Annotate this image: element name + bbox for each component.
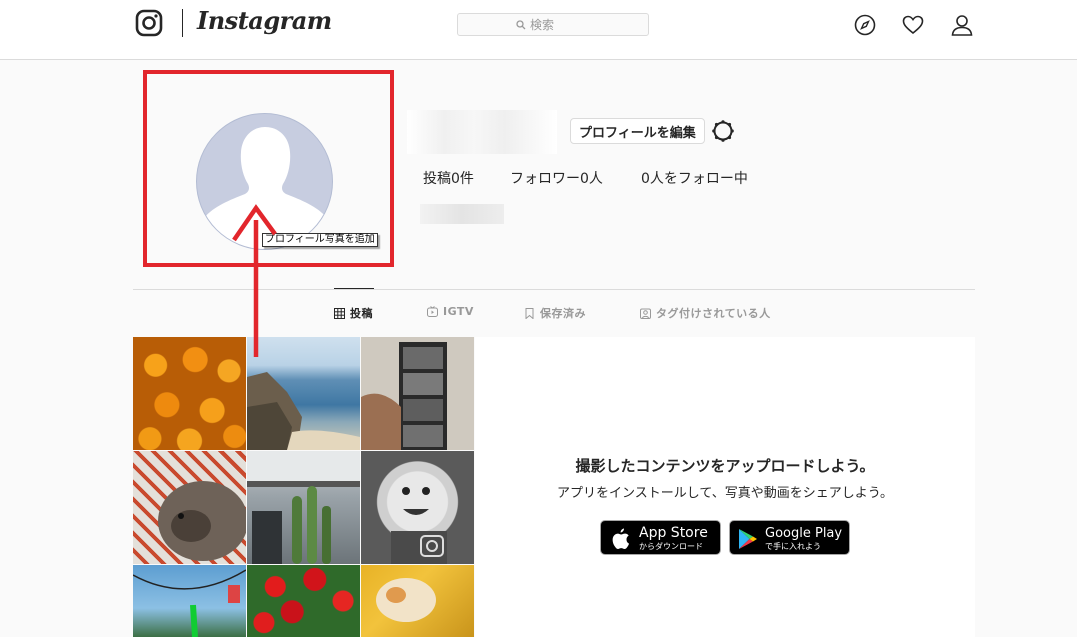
tab-tagged[interactable]: タグ付けされている人 — [640, 305, 771, 321]
instagram-camera-icon[interactable] — [135, 9, 163, 37]
google-play-button[interactable]: Google Play で手に入れよう — [729, 520, 850, 555]
tagged-icon — [640, 308, 651, 319]
photo-baby — [361, 451, 474, 564]
photo-ride — [133, 565, 246, 637]
grid-icon — [334, 307, 345, 319]
google-play-sublabel: で手に入れよう — [765, 542, 821, 551]
tab-label: タグ付けされている人 — [656, 307, 771, 320]
tab-saved[interactable]: 保存済み — [524, 305, 586, 321]
tab-label: 投稿 — [350, 307, 373, 320]
google-play-label: Google Play — [765, 526, 843, 541]
followers-count[interactable]: フォロワー0人 — [510, 168, 603, 188]
username-redacted — [407, 110, 557, 154]
bio-redacted — [420, 204, 504, 224]
app-store-label: App Store — [639, 525, 708, 541]
bookmark-icon — [525, 307, 534, 319]
promo-title: 撮影したコンテンツをアップロードしよう。 — [575, 457, 875, 475]
tab-igtv[interactable]: IGTV — [427, 305, 474, 318]
app-store-sublabel: からダウンロード — [639, 542, 703, 551]
tab-label: 保存済み — [540, 307, 586, 320]
settings-gear-icon[interactable] — [711, 119, 735, 143]
instagram-wordmark[interactable]: Instagram — [197, 6, 332, 35]
compass-explore-icon[interactable] — [854, 14, 876, 36]
app-store-button[interactable]: App Store からダウンロード — [600, 520, 721, 555]
annotation-red-arrow — [232, 204, 277, 357]
tab-label: IGTV — [443, 305, 474, 318]
photo-dog — [133, 451, 246, 564]
igtv-icon — [427, 306, 438, 317]
google-play-icon — [739, 529, 757, 549]
photo-photobooth-strip — [361, 337, 474, 450]
photo-red-flowers — [247, 565, 360, 637]
photo-cactus-building — [247, 451, 360, 564]
following-count[interactable]: 0人をフォロー中 — [641, 168, 748, 188]
search-icon — [516, 19, 526, 29]
upload-promo-panel: 撮影したコンテンツをアップロードしよう。 アプリをインストールして、写真や動画を… — [475, 337, 975, 637]
apple-icon — [612, 528, 629, 549]
promo-subtitle: アプリをインストールして、写真や動画をシェアしよう。 — [557, 486, 893, 501]
search-box[interactable] — [457, 13, 649, 36]
active-tab-indicator — [334, 288, 374, 289]
sample-photo-grid — [133, 337, 475, 637]
logo-divider — [182, 9, 183, 37]
heart-activity-icon[interactable] — [902, 14, 924, 36]
posts-count: 投稿0件 — [423, 171, 474, 187]
search-input[interactable] — [530, 17, 590, 32]
tab-posts[interactable]: 投稿 — [334, 305, 373, 321]
edit-profile-button[interactable]: プロフィールを編集 — [570, 118, 705, 144]
photo-cat — [361, 565, 474, 637]
profile-user-icon[interactable] — [951, 14, 973, 36]
top-navigation-bar: Instagram — [0, 0, 1077, 60]
